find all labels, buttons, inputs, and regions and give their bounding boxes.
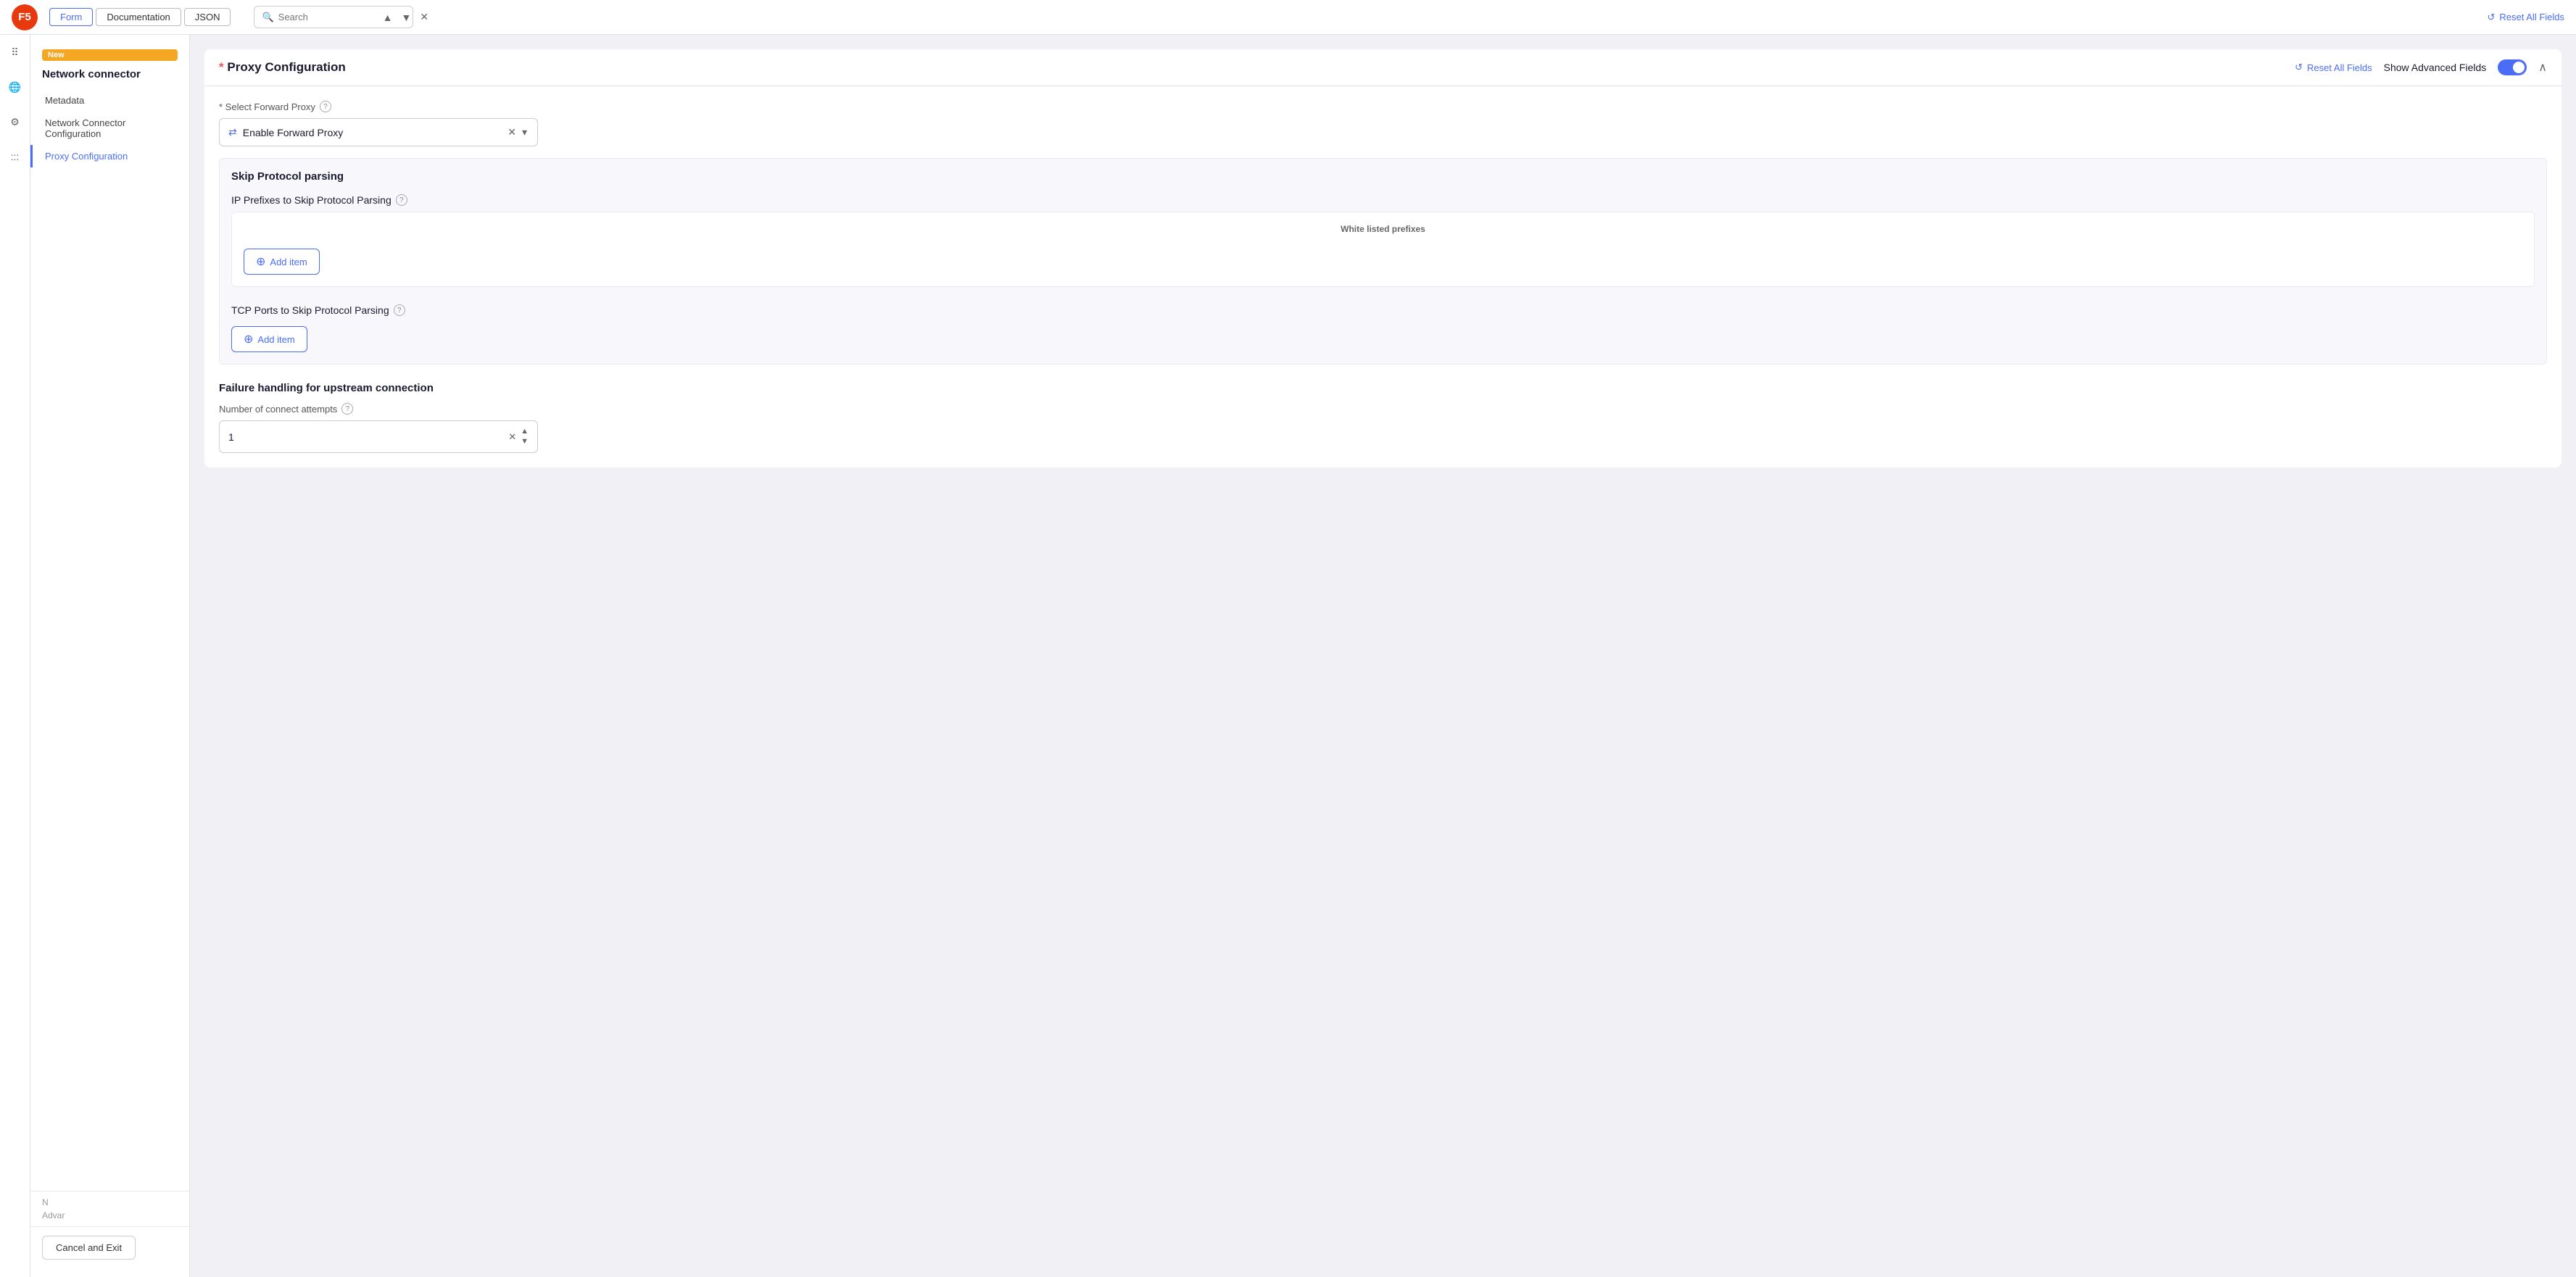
sidebar-item-network-connector-config[interactable]: Network Connector Configuration <box>30 112 189 145</box>
sidebar-item-proxy-config[interactable]: Proxy Configuration <box>30 145 189 167</box>
reset-all-fields-header[interactable]: ↺ Reset All Fields <box>2488 12 2565 23</box>
sidebar-title: Network connector <box>30 64 189 89</box>
network-icon: ⇄ <box>228 126 237 138</box>
search-input[interactable] <box>278 12 373 22</box>
connect-attempts-help-icon[interactable]: ? <box>341 403 353 415</box>
search-nav: ▲ ▼ ✕ <box>380 9 431 25</box>
select-clear-button[interactable]: ✕ <box>506 125 518 140</box>
search-container: 🔍 ▲ ▼ ✕ <box>254 6 413 28</box>
skip-protocol-title: Skip Protocol parsing <box>231 170 2535 183</box>
proxy-config-header: * Proxy Configuration ↺ Reset All Fields… <box>204 49 2561 86</box>
proxy-config-title: * Proxy Configuration <box>219 60 346 75</box>
tool-icon-btn[interactable]: ⚙ <box>4 110 27 133</box>
tab-json[interactable]: JSON <box>184 8 231 26</box>
sidebar-notifications: N <box>42 1197 178 1207</box>
white-listed-prefixes-card: White listed prefixes ⊕ Add item <box>231 212 2535 287</box>
search-close-button[interactable]: ✕ <box>417 9 431 25</box>
add-tcp-port-button[interactable]: ⊕ Add item <box>231 326 307 352</box>
connect-attempts-label: Number of connect attempts ? <box>219 403 2547 415</box>
globe-icon-btn[interactable]: 🌐 <box>4 75 27 99</box>
cancel-exit-button[interactable]: Cancel and Exit <box>42 1236 136 1260</box>
new-badge: New <box>42 49 178 61</box>
connect-attempts-decrement[interactable]: ▼ <box>521 437 529 446</box>
select-controls: ✕ ▾ <box>506 125 529 140</box>
select-expand-button[interactable]: ▾ <box>521 125 529 140</box>
skip-protocol-card: Skip Protocol parsing IP Prefixes to Ski… <box>219 158 2547 365</box>
settings-icon-btn[interactable]: ::: <box>4 145 27 168</box>
select-forward-proxy-value: Enable Forward Proxy <box>243 127 501 138</box>
connect-attempts-increment[interactable]: ▲ <box>521 427 529 436</box>
reset-link-icon: ↺ <box>2295 62 2303 73</box>
main-content: * Proxy Configuration ↺ Reset All Fields… <box>190 35 2576 1277</box>
failure-handling-title: Failure handling for upstream connection <box>219 382 2547 394</box>
section-actions: ↺ Reset All Fields Show Advanced Fields … <box>2295 59 2547 75</box>
tcp-ports-help-icon[interactable]: ? <box>394 304 405 316</box>
proxy-config-body: * Select Forward Proxy ? ⇄ Enable Forwar… <box>204 86 2561 467</box>
search-icon: 🔍 <box>262 12 273 23</box>
failure-handling-section: Failure handling for upstream connection… <box>219 382 2547 453</box>
add-ip-prefix-button[interactable]: ⊕ Add item <box>244 249 320 275</box>
top-bar: F5 Form Documentation JSON 🔍 ▲ ▼ ✕ ↺ Res… <box>0 0 2576 35</box>
main-layout: ⠿ 🌐 ⚙ ::: New Network connector Metadata… <box>0 35 2576 1277</box>
connect-attempts-stepper: ▲ ▼ <box>521 427 529 446</box>
tcp-ports-label: TCP Ports to Skip Protocol Parsing ? <box>231 304 2535 316</box>
sidebar-bottom-label: N Advar <box>30 1191 189 1226</box>
reset-fields-button[interactable]: ↺ Reset All Fields <box>2295 62 2372 73</box>
icon-column: ⠿ 🌐 ⚙ ::: <box>0 35 30 1277</box>
sidebar-item-metadata[interactable]: Metadata <box>30 89 189 112</box>
f5-logo: F5 <box>12 4 38 30</box>
grid-icon-btn[interactable]: ⠿ <box>4 41 27 64</box>
select-proxy-label: * Select Forward Proxy ? <box>219 101 2547 112</box>
add-tcp-port-icon: ⊕ <box>244 332 253 346</box>
connect-attempts-field[interactable]: 1 ✕ ▲ ▼ <box>219 420 538 453</box>
ip-prefixes-section: IP Prefixes to Skip Protocol Parsing ? W… <box>231 194 2535 287</box>
show-advanced-toggle[interactable] <box>2498 59 2527 75</box>
white-listed-label: White listed prefixes <box>244 224 2522 234</box>
ip-prefixes-help-icon[interactable]: ? <box>396 194 407 206</box>
tab-group: Form Documentation JSON <box>49 8 231 26</box>
tab-form[interactable]: Form <box>49 8 93 26</box>
tab-documentation[interactable]: Documentation <box>96 8 181 26</box>
add-ip-prefix-icon: ⊕ <box>256 254 265 269</box>
show-advanced-label: Show Advanced Fields <box>2384 62 2487 73</box>
proxy-config-card: * Proxy Configuration ↺ Reset All Fields… <box>204 49 2561 467</box>
connect-attempts-clear-button[interactable]: ✕ <box>508 431 516 443</box>
search-next-button[interactable]: ▼ <box>399 9 415 25</box>
select-proxy-help-icon[interactable]: ? <box>320 101 331 112</box>
search-prev-button[interactable]: ▲ <box>380 9 396 25</box>
sidebar-advanced: Advar <box>42 1210 178 1220</box>
collapse-section-button[interactable]: ∧ <box>2538 60 2547 75</box>
ip-prefixes-label: IP Prefixes to Skip Protocol Parsing ? <box>231 194 2535 206</box>
nav-panel: New Network connector Metadata Network C… <box>30 35 190 1277</box>
tcp-ports-section: TCP Ports to Skip Protocol Parsing ? ⊕ A… <box>231 304 2535 352</box>
sidebar-footer: Cancel and Exit <box>30 1226 189 1268</box>
connect-attempts-value: 1 <box>228 431 508 443</box>
select-forward-proxy-field[interactable]: ⇄ Enable Forward Proxy ✕ ▾ <box>219 118 538 146</box>
reset-icon: ↺ <box>2488 12 2496 23</box>
